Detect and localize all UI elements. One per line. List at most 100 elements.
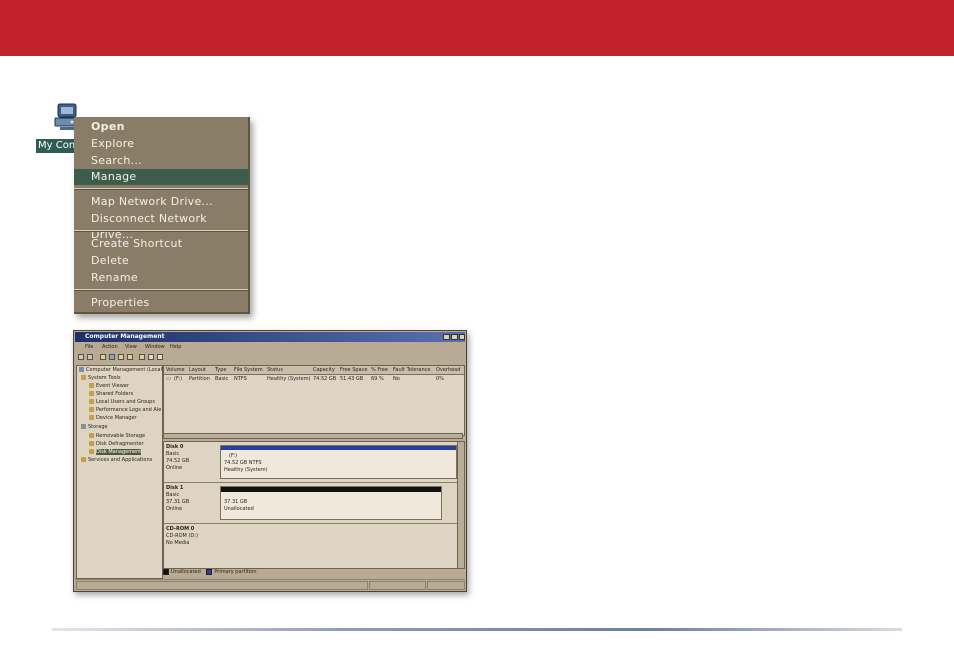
- menu-item-rename[interactable]: Rename: [74, 270, 248, 286]
- disk-name: CD-ROM 0: [166, 526, 195, 532]
- tree-item[interactable]: Removable Storage: [89, 433, 145, 440]
- partition-status: Healthy (System): [224, 467, 268, 473]
- menu-action[interactable]: Action: [102, 343, 118, 352]
- disk-row[interactable]: Disk 0 Basic 74.52 GB Online (F:) 74.52 …: [164, 442, 464, 483]
- disk-name: Disk 1: [166, 485, 184, 491]
- maximize-button[interactable]: [451, 334, 458, 340]
- window-titlebar[interactable]: Computer Management: [75, 332, 465, 342]
- column-header[interactable]: Status: [267, 367, 283, 373]
- menu-item-create-shortcut[interactable]: Create Shortcut: [74, 236, 248, 252]
- volume-list-header: Volume Layout Type File System Status Ca…: [164, 366, 464, 375]
- computer-management-window: Computer Management File Action View Win…: [73, 330, 467, 592]
- device-manager-icon: [89, 415, 94, 420]
- column-header[interactable]: Capacity: [313, 367, 335, 373]
- tree-item[interactable]: System Tools: [81, 375, 121, 382]
- disk-type: Basic: [166, 451, 180, 457]
- back-icon[interactable]: [78, 354, 84, 360]
- column-header[interactable]: Layout: [189, 367, 206, 373]
- table-cell: Basic: [215, 376, 229, 382]
- menu-item-explore[interactable]: Explore: [74, 136, 248, 152]
- menu-window[interactable]: Window: [145, 343, 165, 352]
- horizontal-scrollbar[interactable]: [163, 433, 463, 439]
- unallocated-swatch: [163, 568, 169, 575]
- menu-separator: [74, 230, 248, 232]
- disk-size: 74.52 GB: [166, 458, 190, 464]
- performance-icon: [89, 407, 94, 412]
- menu-item-disconnect-network-drive[interactable]: Disconnect Network Drive...: [74, 211, 248, 241]
- tree-item[interactable]: Services and Applications: [81, 457, 152, 464]
- menu-file[interactable]: File: [85, 343, 93, 352]
- minimize-button[interactable]: [443, 334, 450, 340]
- menu-item-delete[interactable]: Delete: [74, 253, 248, 269]
- disk-status: Online: [166, 465, 183, 471]
- tree-item[interactable]: Local Users and Groups: [89, 399, 155, 406]
- tree-item[interactable]: Disk Defragmenter: [89, 441, 144, 448]
- disk-type: Basic: [166, 492, 180, 498]
- refresh-icon[interactable]: [139, 354, 145, 360]
- column-header[interactable]: Volume: [166, 367, 185, 373]
- view-icon[interactable]: [157, 354, 163, 360]
- footer-rule: [52, 628, 902, 631]
- table-cell: 69 %: [371, 376, 384, 382]
- menu-view[interactable]: View: [125, 343, 137, 352]
- table-cell: Partition: [189, 376, 210, 382]
- up-icon[interactable]: [100, 354, 106, 360]
- export-icon[interactable]: [148, 354, 154, 360]
- partition-unallocated[interactable]: 37.31 GB Unallocated: [220, 486, 442, 520]
- menu-item-map-network-drive[interactable]: Map Network Drive...: [74, 194, 248, 210]
- vertical-scrollbar[interactable]: [457, 442, 464, 568]
- tree-item[interactable]: Event Viewer: [89, 383, 129, 390]
- tree-item[interactable]: Performance Logs and Ale: [89, 407, 161, 414]
- legend-unallocated: Unallocated: [171, 569, 201, 575]
- computer-icon: [79, 367, 84, 372]
- storage-icon: [81, 424, 86, 429]
- properties-icon[interactable]: [118, 354, 124, 360]
- forward-icon[interactable]: [87, 354, 93, 360]
- table-row[interactable]: ▭ (F:) Partition Basic NTFS Healthy (Sys…: [164, 375, 464, 382]
- tree-item[interactable]: Computer Management (Local): [79, 367, 164, 374]
- tree-item[interactable]: Shared Folders: [89, 391, 133, 398]
- disk-management-icon: [89, 449, 94, 454]
- column-header[interactable]: Type: [215, 367, 226, 373]
- table-cell: (F:): [174, 376, 183, 382]
- legend-primary: Primary partition: [214, 569, 257, 575]
- disk-row[interactable]: Disk 1 Basic 37.31 GB Online 37.31 GB Un…: [164, 483, 464, 524]
- close-button[interactable]: [459, 334, 465, 340]
- menu-help[interactable]: Help: [170, 343, 181, 352]
- menu-item-manage[interactable]: Manage: [74, 169, 248, 185]
- disk-legend: Unallocated Primary partition: [163, 568, 463, 576]
- partition-primary[interactable]: (F:) 74.52 GB NTFS Healthy (System): [220, 445, 457, 479]
- column-header[interactable]: % Free: [371, 367, 388, 373]
- disk-info: CD-ROM 0 CD-ROM (D:) No Media: [166, 526, 216, 547]
- partition-bar: [221, 446, 456, 450]
- services-icon: [81, 457, 86, 462]
- menu-item-search[interactable]: Search...: [74, 153, 248, 169]
- menu-separator: [74, 188, 248, 190]
- table-cell: 74.52 GB: [313, 376, 337, 382]
- partition-size: 74.52 GB NTFS: [224, 460, 262, 466]
- menu-item-properties[interactable]: Properties: [74, 295, 248, 311]
- show-hide-tree-icon[interactable]: [109, 354, 115, 360]
- column-header[interactable]: Overhead: [436, 367, 460, 373]
- disk-info: Disk 0 Basic 74.52 GB Online: [166, 444, 216, 472]
- volume-list: Volume Layout Type File System Status Ca…: [163, 365, 465, 436]
- tree-item[interactable]: Storage: [81, 424, 108, 431]
- column-header[interactable]: File System: [234, 367, 263, 373]
- menu-item-open[interactable]: Open: [74, 119, 248, 135]
- tree-item[interactable]: Device Manager: [89, 415, 137, 422]
- tree-item-selected[interactable]: Disk Management: [89, 449, 142, 456]
- help-icon[interactable]: [127, 354, 133, 360]
- partition-label: (F:): [229, 453, 238, 459]
- disk-view: Disk 0 Basic 74.52 GB Online (F:) 74.52 …: [163, 441, 465, 569]
- context-menu: Open Explore Search... Manage Map Networ…: [74, 117, 250, 314]
- drive-icon: ▭: [166, 376, 171, 382]
- disk-status: Online: [166, 506, 183, 512]
- column-header[interactable]: Fault Tolerance: [393, 367, 430, 373]
- users-icon: [89, 399, 94, 404]
- table-cell: 0%: [436, 376, 444, 382]
- event-viewer-icon: [89, 383, 94, 388]
- disk-row[interactable]: CD-ROM 0 CD-ROM (D:) No Media: [164, 524, 464, 567]
- column-header[interactable]: Free Space: [340, 367, 367, 373]
- toolbar: [75, 353, 465, 363]
- menu-bar: File Action View Window Help: [75, 343, 465, 352]
